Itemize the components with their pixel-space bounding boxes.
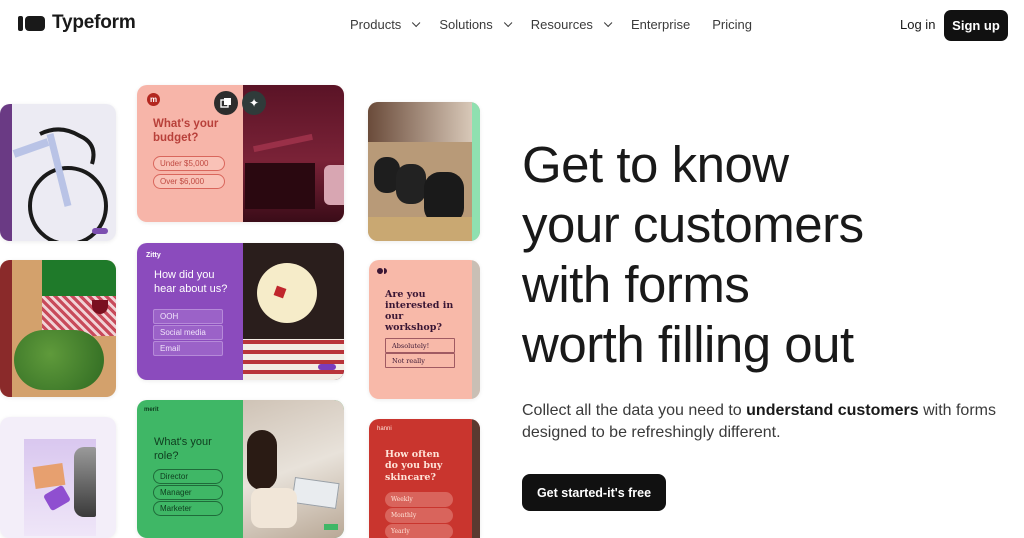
menu-products[interactable]: Products bbox=[350, 17, 421, 32]
hero-subheading: Collect all the data you need to underst… bbox=[522, 400, 1002, 444]
brand-logo-icon bbox=[377, 268, 387, 274]
envelope-image-card bbox=[0, 417, 116, 538]
duplicate-icon[interactable] bbox=[214, 91, 238, 115]
chevron-down-icon bbox=[503, 18, 513, 27]
salad-image bbox=[14, 330, 104, 390]
form-question: How did you hear about us? bbox=[154, 269, 228, 295]
typeform-logo-icon bbox=[18, 15, 45, 31]
ai-sparkle-icon[interactable]: ✦ bbox=[242, 91, 266, 115]
form-option[interactable]: OOH bbox=[153, 309, 223, 324]
menu-enterprise[interactable]: Enterprise bbox=[631, 17, 690, 32]
subheading-text: Collect all the data you need to bbox=[522, 402, 747, 419]
image-edge bbox=[472, 260, 480, 399]
zitty-form-card[interactable]: Zitty How did you hear about us? OOH Soc… bbox=[137, 243, 344, 380]
form-option[interactable]: Over $6,000 bbox=[153, 174, 225, 189]
headline-line: with forms bbox=[522, 256, 750, 313]
get-started-button[interactable]: Get started-it's free bbox=[522, 474, 666, 511]
bike-image-card bbox=[0, 104, 116, 241]
main-menu: Products Solutions Resources Enterprise … bbox=[350, 17, 774, 32]
form-option[interactable]: Email bbox=[153, 341, 223, 356]
accent-strip bbox=[0, 260, 12, 397]
typeform-logo[interactable]: Typeform bbox=[18, 12, 136, 34]
brand-name: Zitty bbox=[146, 252, 161, 259]
image-edge bbox=[472, 419, 480, 538]
dumbbell-image-card bbox=[368, 102, 480, 241]
brand-initial: m bbox=[149, 95, 158, 104]
dumbbell bbox=[396, 164, 426, 204]
brand-name: merit bbox=[144, 407, 159, 413]
brand-name: Typeform bbox=[52, 12, 136, 33]
menu-label: Pricing bbox=[712, 17, 752, 32]
form-option[interactable]: Monthly bbox=[385, 508, 453, 523]
signup-button[interactable]: Sign up bbox=[944, 10, 1008, 41]
brand-logo-icon: m bbox=[147, 93, 160, 106]
form-question: What's your budget? bbox=[153, 118, 219, 145]
workshop-form-card[interactable]: Are you interested in our workshop? Abso… bbox=[369, 260, 480, 399]
form-option[interactable]: Not really bbox=[385, 353, 455, 368]
form-option[interactable]: Marketer bbox=[153, 501, 223, 516]
form-option[interactable]: Social media bbox=[153, 325, 223, 340]
hero-headline: Get to know your customers with forms wo… bbox=[522, 135, 1002, 375]
form-option[interactable]: Weekly bbox=[385, 492, 453, 507]
menu-resources[interactable]: Resources bbox=[530, 17, 613, 32]
menu-label: Resources bbox=[530, 17, 593, 32]
budget-form-card[interactable]: m ✦ What's your budget? Under $5,000 Ove… bbox=[137, 85, 344, 222]
top-navigation: Typeform Products Solutions Resources En… bbox=[0, 0, 1024, 50]
login-link[interactable]: Log in bbox=[900, 17, 935, 32]
form-question: Are you interested in our workshop? bbox=[385, 289, 454, 333]
merit-form-card[interactable]: merit What's your role? Director Manager… bbox=[137, 400, 344, 538]
headline-line: Get to know bbox=[522, 136, 789, 193]
bicycle-image bbox=[12, 127, 108, 241]
form-question: What's your role? bbox=[154, 436, 212, 462]
form-option[interactable]: Director bbox=[153, 469, 223, 484]
menu-label: Enterprise bbox=[630, 17, 691, 32]
form-question: How often do you buy skincare? bbox=[385, 449, 443, 483]
headline-line: your customers bbox=[522, 196, 864, 253]
menu-label: Products bbox=[350, 17, 402, 32]
food-image-card bbox=[0, 260, 116, 397]
chevron-down-icon bbox=[412, 18, 421, 27]
menu-pricing[interactable]: Pricing bbox=[712, 17, 752, 32]
headline-line: worth filling out bbox=[522, 316, 854, 373]
menu-solutions[interactable]: Solutions bbox=[439, 17, 513, 32]
hand-image bbox=[74, 447, 96, 517]
brand-name: hanni bbox=[377, 426, 392, 432]
skincare-form-card[interactable]: hanni How often do you buy skincare? Wee… bbox=[369, 419, 480, 538]
chevron-down-icon bbox=[603, 18, 613, 27]
menu-label: Solutions bbox=[439, 17, 493, 32]
laptop-lifestyle-image bbox=[242, 400, 344, 538]
accent-strip bbox=[472, 102, 480, 241]
lollipop-portrait-image bbox=[242, 243, 344, 380]
arm-image bbox=[368, 102, 472, 142]
rack bbox=[368, 217, 472, 241]
form-option[interactable]: Yearly bbox=[385, 524, 453, 538]
green-backdrop bbox=[42, 260, 116, 296]
form-option[interactable]: Absolutely! bbox=[385, 338, 455, 353]
form-option[interactable]: Manager bbox=[153, 485, 223, 500]
form-option[interactable]: Under $5,000 bbox=[153, 156, 225, 171]
subheading-emphasis: understand customers bbox=[746, 402, 919, 419]
